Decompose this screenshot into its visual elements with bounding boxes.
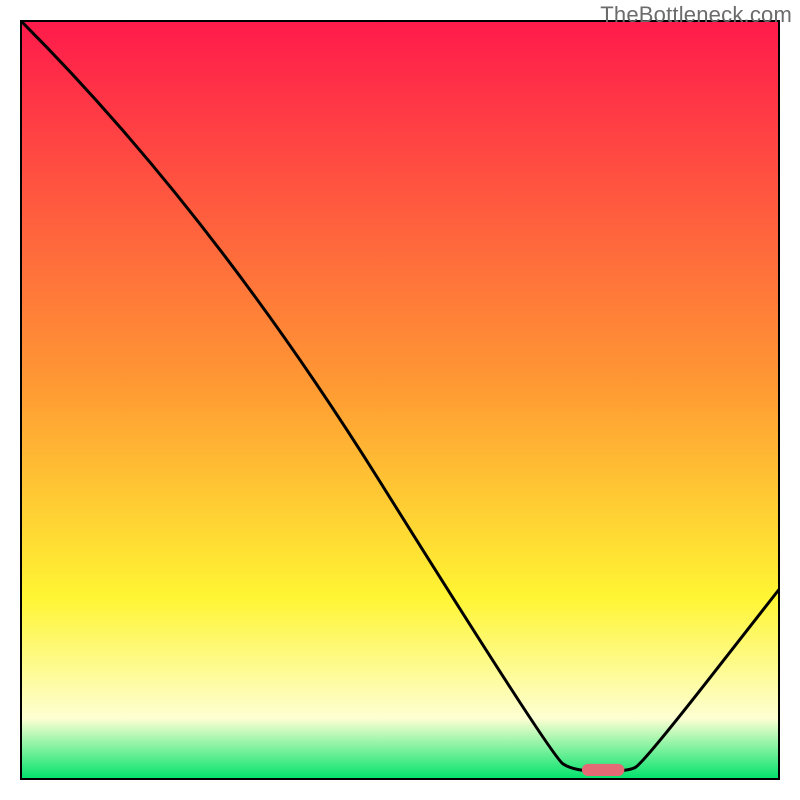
watermark-label: TheBottleneck.com <box>600 2 792 28</box>
chart-container: TheBottleneck.com <box>0 0 800 800</box>
plot-background <box>21 21 779 779</box>
bottleneck-chart <box>0 0 800 800</box>
optimum-marker <box>582 764 624 776</box>
